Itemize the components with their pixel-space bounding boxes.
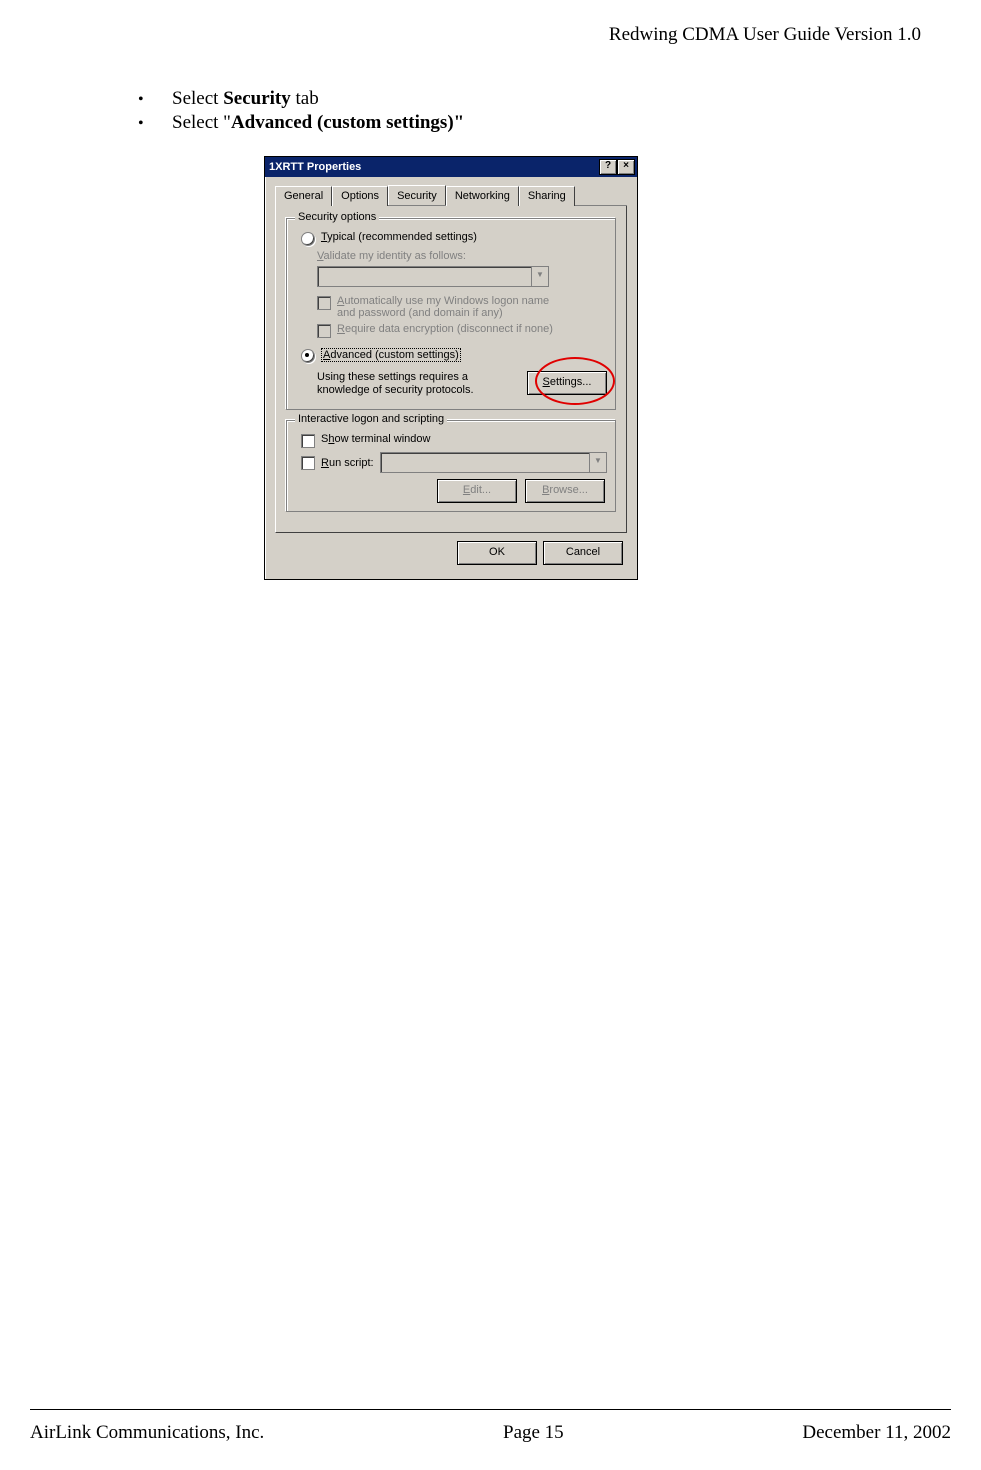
tab-strip: General Options Security Networking Shar… <box>275 185 627 206</box>
content-area: • Select Security tab • Select "Advanced… <box>138 88 898 580</box>
page-header: Redwing CDMA User Guide Version 1.0 <box>609 24 921 46</box>
bullet-text-pre: Select " <box>172 112 231 133</box>
validate-label: Validate my identity as follows: <box>317 250 607 262</box>
chevron-down-icon: ▼ <box>589 453 606 472</box>
bullet-text-bold: Security <box>223 88 291 109</box>
checkbox-icon <box>301 434 315 448</box>
run-script-row: Run script: ▼ <box>301 452 607 473</box>
validate-combo: ▼ <box>317 266 549 287</box>
footer-rule <box>30 1409 951 1410</box>
advanced-description: Using these settings requires a knowledg… <box>317 371 517 397</box>
group-legend: Interactive logon and scripting <box>295 413 447 425</box>
tab-security[interactable]: Security <box>388 185 446 205</box>
footer-center: Page 15 <box>503 1422 564 1444</box>
bullet-dot-icon: • <box>138 115 172 133</box>
typical-radio[interactable]: Typical (recommended settings) <box>301 231 607 246</box>
bullet-dot-icon: • <box>138 91 172 109</box>
titlebar: 1XRTT Properties ? × <box>265 157 637 177</box>
group-legend: Security options <box>295 211 379 223</box>
close-button[interactable]: × <box>617 159 635 175</box>
tab-sharing[interactable]: Sharing <box>519 186 575 206</box>
show-terminal-check[interactable]: Show terminal window <box>301 433 607 448</box>
screenshot: 1XRTT Properties ? × General Options Sec… <box>264 156 898 580</box>
dialog-title: 1XRTT Properties <box>269 161 599 173</box>
bullet-text-bold: Advanced (custom settings)" <box>231 112 464 133</box>
tab-networking[interactable]: Networking <box>446 186 519 206</box>
auto-logon-check: Automatically use my Windows logon name … <box>317 295 607 319</box>
properties-dialog: 1XRTT Properties ? × General Options Sec… <box>264 156 638 580</box>
ok-button[interactable]: OK <box>457 541 537 565</box>
page-footer: AirLink Communications, Inc. Page 15 Dec… <box>30 1422 951 1444</box>
chevron-down-icon: ▼ <box>531 267 548 286</box>
require-encryption-check: Require data encryption (disconnect if n… <box>317 323 607 338</box>
settings-button[interactable]: Settings... <box>527 371 607 395</box>
bullet-text-pre: Select <box>172 88 223 109</box>
cancel-button[interactable]: Cancel <box>543 541 623 565</box>
bullet-item: • Select Security tab <box>138 88 898 110</box>
footer-left: AirLink Communications, Inc. <box>30 1422 264 1444</box>
advanced-radio[interactable]: Advanced (custom settings) <box>301 348 607 363</box>
help-button[interactable]: ? <box>599 159 617 175</box>
tab-options[interactable]: Options <box>332 186 388 206</box>
checkbox-icon[interactable] <box>301 456 315 470</box>
security-options-group: Security options Typical (recommended se… <box>286 218 616 410</box>
checkbox-icon <box>317 296 331 310</box>
logon-scripting-group: Interactive logon and scripting Show ter… <box>286 420 616 512</box>
run-script-combo: ▼ <box>380 452 607 473</box>
bullet-text-post: tab <box>291 88 319 109</box>
tab-general[interactable]: General <box>275 186 332 206</box>
security-panel: Security options Typical (recommended se… <box>275 206 627 533</box>
footer-right: December 11, 2002 <box>802 1422 951 1444</box>
bullet-item: • Select "Advanced (custom settings)" <box>138 112 898 134</box>
radio-icon <box>301 232 315 246</box>
edit-button: Edit... <box>437 479 517 503</box>
radio-icon <box>301 349 315 363</box>
browse-button: Browse... <box>525 479 605 503</box>
checkbox-icon <box>317 324 331 338</box>
run-script-label: Run script: <box>321 457 374 469</box>
